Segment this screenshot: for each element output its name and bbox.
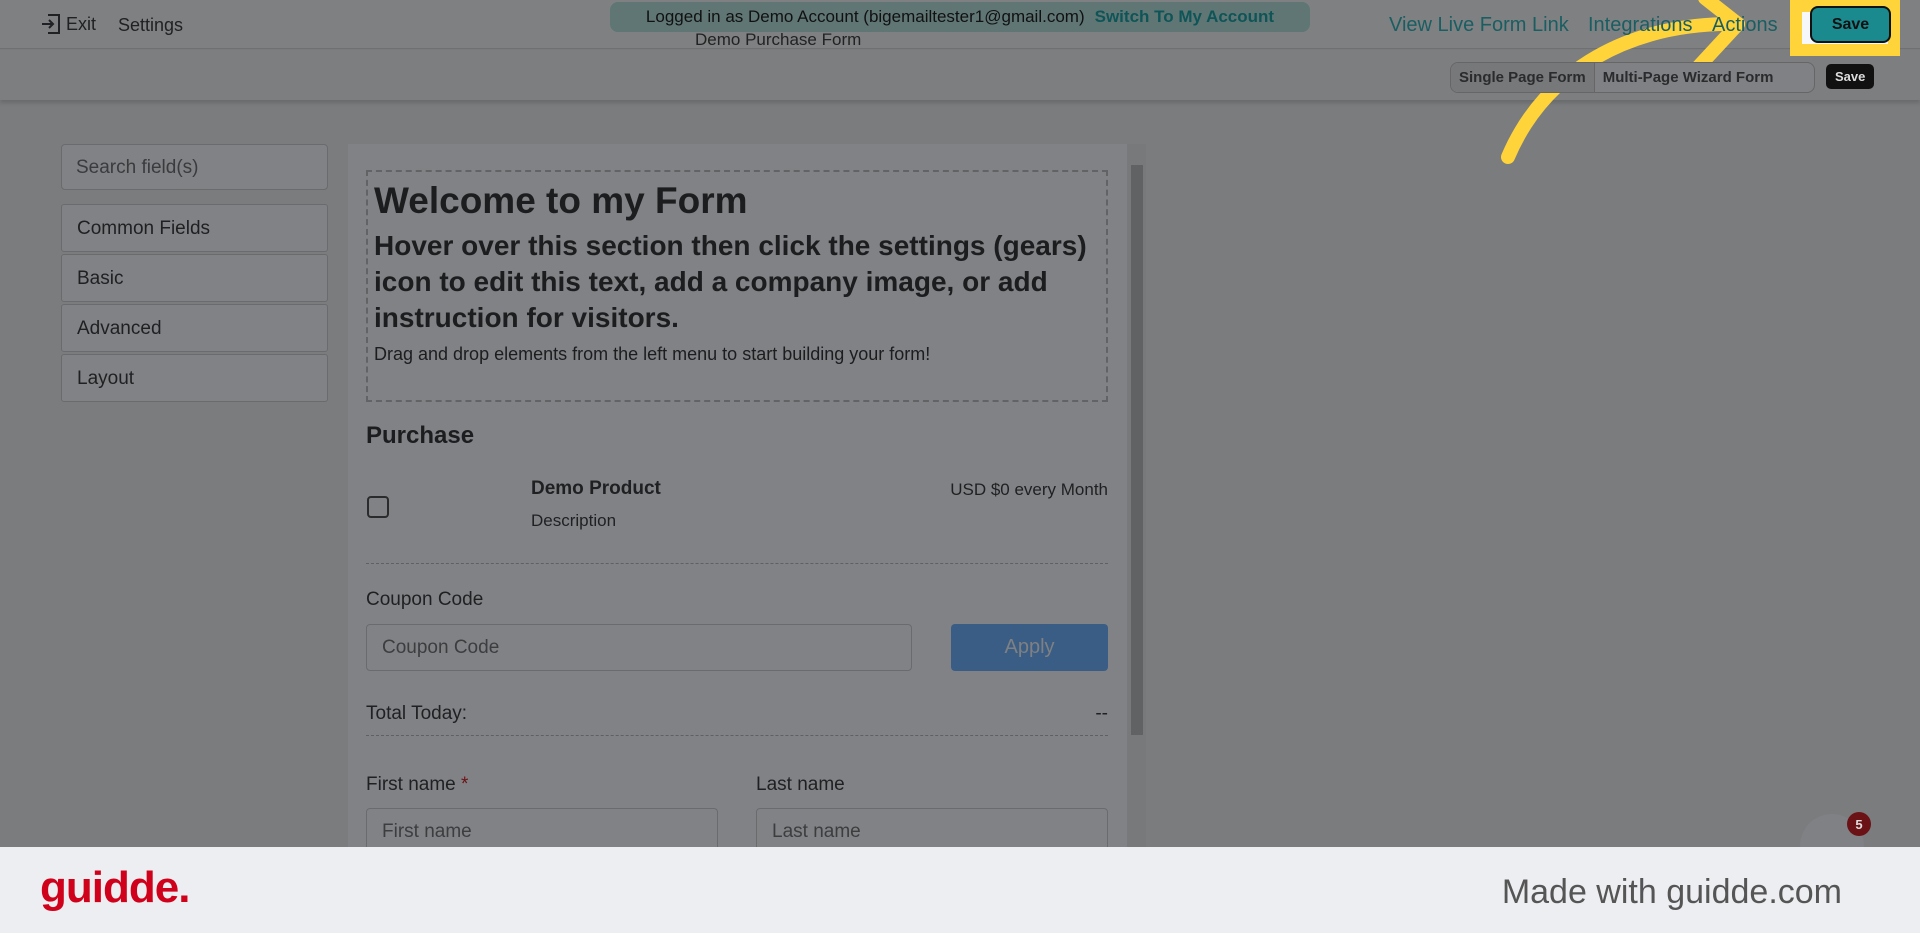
save-tooltip: Save — [1826, 64, 1875, 89]
form-instructions: Drag and drop elements from the left men… — [374, 344, 931, 364]
form-title: Welcome to my Form — [374, 180, 748, 221]
view-live-form-link[interactable]: View Live Form Link — [1389, 14, 1569, 37]
first-name-label: First name * — [366, 774, 468, 796]
coupon-label: Coupon Code — [366, 589, 484, 610]
single-page-option[interactable]: Single Page Form — [1451, 63, 1595, 92]
apply-button[interactable]: Apply — [951, 624, 1108, 671]
category-basic[interactable]: Basic — [61, 254, 328, 302]
category-advanced[interactable]: Advanced — [61, 304, 328, 352]
made-with-text: Made with guidde.com — [1501, 873, 1842, 911]
save-button[interactable]: Save — [1810, 6, 1891, 43]
form-name[interactable]: Demo Purchase Form — [695, 30, 861, 50]
guidde-logo: guidde. — [40, 863, 190, 912]
settings-link[interactable]: Settings — [118, 15, 183, 36]
divider — [366, 563, 1108, 564]
coupon-input[interactable]: Coupon Code — [366, 624, 912, 671]
footer: guidde. Made with guidde.com — [0, 847, 1920, 933]
exit-icon — [42, 14, 60, 34]
total-label: Total Today: — [366, 703, 468, 724]
actions-link[interactable]: Actions — [1712, 14, 1778, 37]
product-description: Description — [531, 511, 617, 530]
form-type-toggle: Single Page Form Multi-Page Wizard Form — [1450, 62, 1815, 93]
last-name-label: Last name — [756, 774, 845, 795]
form-subtitle: Hover over this section then click the s… — [374, 230, 1087, 333]
chat-badge: 5 — [1847, 812, 1871, 836]
exit-label: Exit — [66, 13, 97, 34]
product-name: Demo Product — [531, 478, 661, 499]
category-common-fields[interactable]: Common Fields — [61, 204, 328, 252]
product-price: USD $0 every Month — [950, 480, 1108, 499]
first-name-label-text: First name — [366, 774, 456, 795]
divider — [366, 735, 1108, 736]
scrollbar-thumb[interactable] — [1131, 165, 1143, 735]
required-mark: * — [461, 774, 469, 795]
exit-button[interactable]: Exit — [40, 13, 96, 35]
category-layout[interactable]: Layout — [61, 354, 328, 402]
product-checkbox[interactable] — [367, 496, 389, 518]
integrations-link[interactable]: Integrations — [1588, 14, 1693, 37]
switch-account-link[interactable]: Switch To My Account — [1095, 7, 1274, 27]
purchase-heading: Purchase — [366, 422, 475, 449]
banner-text: Logged in as Demo Account (bigemailteste… — [645, 7, 1085, 26]
total-value: -- — [1095, 703, 1108, 724]
form-header-section[interactable]: Welcome to my Form Hover over this secti… — [366, 170, 1108, 402]
search-fields-input[interactable]: Search field(s) — [61, 144, 328, 190]
multi-page-option[interactable]: Multi-Page Wizard Form — [1595, 63, 1782, 92]
impersonation-banner: Logged in as Demo Account (bigemailteste… — [610, 2, 1310, 32]
